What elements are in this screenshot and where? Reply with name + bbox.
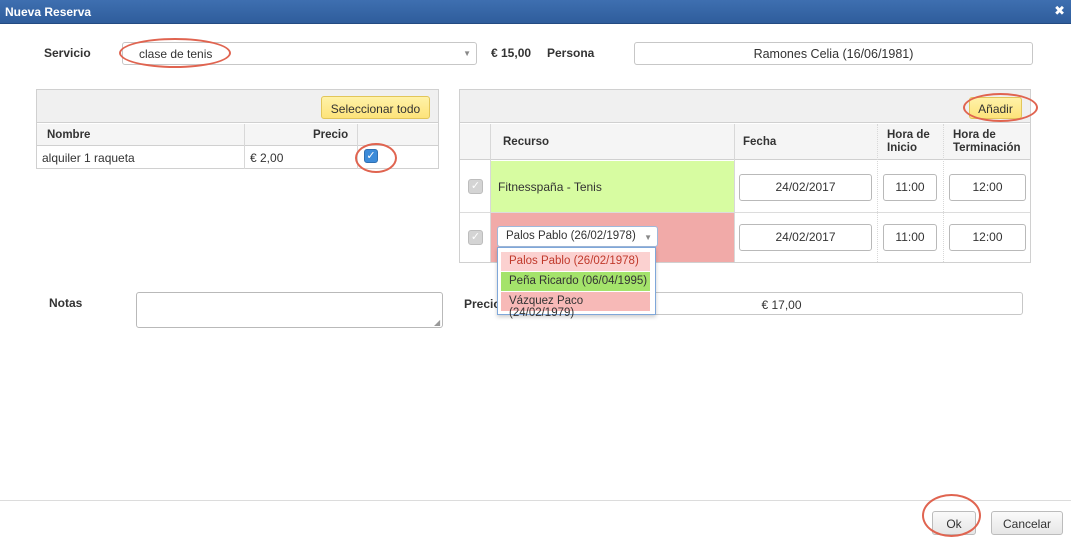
end-time-input[interactable]: 12:00	[949, 174, 1026, 201]
column-header-inicio-2: Inicio	[887, 142, 918, 154]
footer-divider	[0, 500, 1071, 501]
chevron-down-icon: ▼	[463, 49, 471, 58]
row-checkbox[interactable]: ✓	[468, 179, 483, 194]
precio-label: Precio	[464, 297, 501, 311]
notas-textarea[interactable]	[136, 292, 443, 328]
column-divider	[734, 124, 735, 262]
add-button[interactable]: Añadir	[969, 97, 1022, 119]
select-all-button[interactable]: Seleccionar todo	[321, 96, 430, 119]
ok-button[interactable]: Ok	[932, 511, 976, 535]
column-header-recurso: Recurso	[503, 136, 550, 148]
extras-table-header: Nombre Precio	[37, 124, 438, 146]
column-divider	[357, 124, 358, 169]
resize-handle-icon[interactable]: ◢	[434, 318, 440, 327]
start-time-input[interactable]: 11:00	[883, 174, 937, 201]
column-header-fin-2: Terminación	[953, 142, 1021, 154]
end-time-input[interactable]: 12:00	[949, 224, 1026, 251]
resources-panel: Añadir Recurso Fecha Hora de Inicio Hora…	[459, 89, 1031, 263]
extras-panel: Seleccionar todo Nombre Precio alquiler …	[36, 89, 439, 169]
persona-label: Persona	[547, 46, 595, 60]
column-header-inicio: Hora de	[887, 129, 930, 141]
resources-table-header: Recurso Fecha Hora de Inicio Hora de Ter…	[460, 124, 1030, 160]
persona-field[interactable]: Ramones Celia (16/06/1981)	[634, 42, 1033, 65]
extra-price: € 2,00	[250, 151, 284, 165]
row-checkbox[interactable]: ✓	[468, 230, 483, 245]
resource-dropdown[interactable]: Palos Pablo (26/02/1978) Peña Ricardo (0…	[497, 247, 656, 319]
window-title: Nueva Reserva	[5, 5, 92, 19]
date-input[interactable]: 24/02/2017	[739, 174, 872, 201]
dropdown-option[interactable]: Vázquez Paco (24/02/1979)	[501, 292, 650, 319]
resource-select-value: Palos Pablo (26/02/1978)	[506, 230, 636, 242]
column-header-nombre: Nombre	[47, 129, 91, 141]
cancel-button[interactable]: Cancelar	[991, 511, 1063, 535]
extra-name: alquiler 1 raqueta	[42, 151, 135, 165]
column-divider	[877, 124, 878, 262]
date-input[interactable]: 24/02/2017	[739, 224, 872, 251]
column-divider	[244, 124, 245, 169]
notas-label: Notas	[49, 296, 83, 310]
dropdown-option[interactable]: Palos Pablo (26/02/1978)	[501, 252, 650, 271]
column-header-fecha: Fecha	[743, 136, 777, 148]
servicio-label: Servicio	[44, 46, 91, 60]
column-divider	[943, 124, 944, 262]
resources-panel-header	[460, 90, 1030, 123]
title-bar: Nueva Reserva ✖	[0, 0, 1071, 24]
start-time-input[interactable]: 11:00	[883, 224, 937, 251]
resource-select[interactable]: Palos Pablo (26/02/1978) ▼	[497, 226, 658, 247]
resource-name: Fitnesspaña - Tenis	[498, 180, 602, 194]
column-divider	[490, 124, 491, 262]
column-header-precio: Precio	[313, 129, 349, 141]
dropdown-option[interactable]: Peña Ricardo (06/04/1995)	[501, 272, 650, 291]
servicio-value: clase de tenis	[139, 47, 213, 61]
extra-checkbox[interactable]: ✓	[364, 149, 378, 163]
close-icon[interactable]: ✖	[1054, 3, 1065, 19]
servicio-price: € 15,00	[491, 46, 532, 60]
column-header-fin: Hora de	[953, 129, 996, 141]
servicio-select[interactable]: clase de tenis ▼	[122, 42, 477, 65]
chevron-down-icon: ▼	[644, 233, 652, 242]
